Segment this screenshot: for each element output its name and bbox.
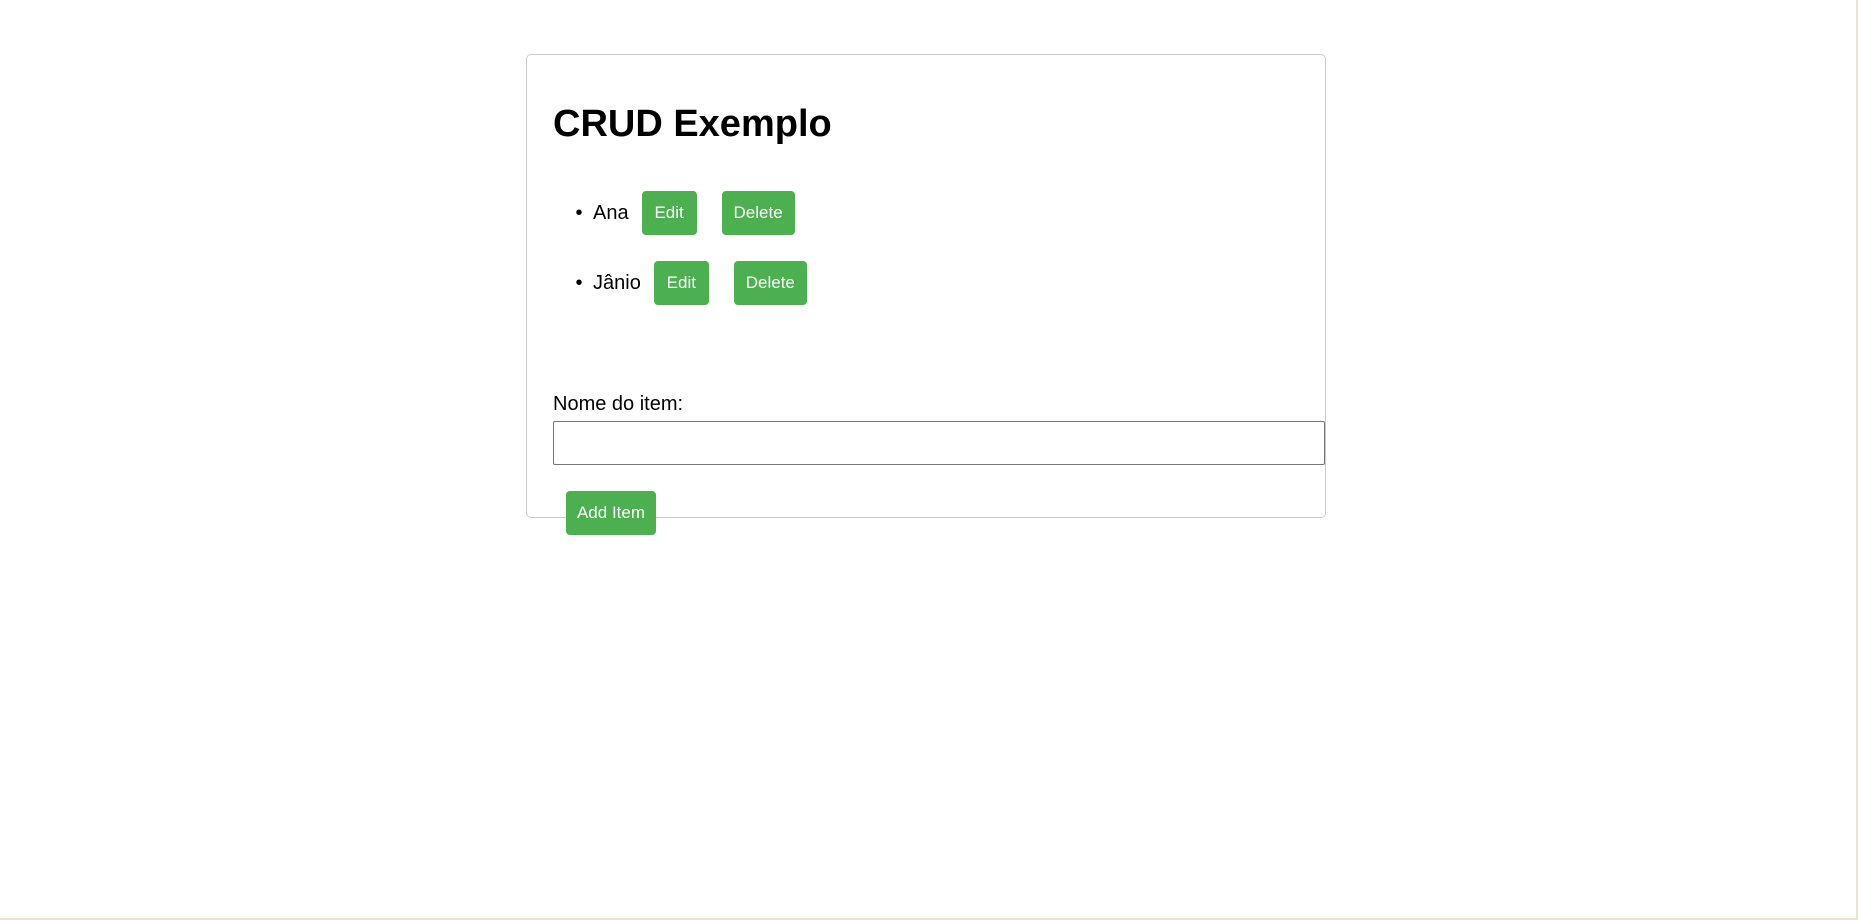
delete-button[interactable]: Delete — [721, 191, 795, 235]
list-item: • Ana Edit Delete — [553, 191, 807, 235]
bullet-icon: • — [575, 271, 583, 294]
delete-button[interactable]: Delete — [733, 261, 807, 305]
item-name: Ana — [593, 201, 629, 224]
crud-card: CRUD Exemplo • Ana Edit Delete • Jânio E… — [526, 54, 1326, 535]
item-name-label: Nome do item: — [553, 393, 684, 415]
item-name: Jânio — [593, 271, 641, 294]
item-name-input[interactable] — [553, 421, 1325, 465]
edit-button[interactable]: Edit — [653, 261, 709, 305]
list-item: • Jânio Edit Delete — [553, 261, 807, 305]
bullet-icon: • — [575, 201, 583, 224]
edit-button[interactable]: Edit — [641, 191, 697, 235]
page-title: CRUD Exemplo — [553, 103, 832, 145]
add-item-button[interactable]: Add Item — [566, 491, 656, 535]
items-list: • Ana Edit Delete • Jânio Edit Delete — [553, 191, 807, 331]
